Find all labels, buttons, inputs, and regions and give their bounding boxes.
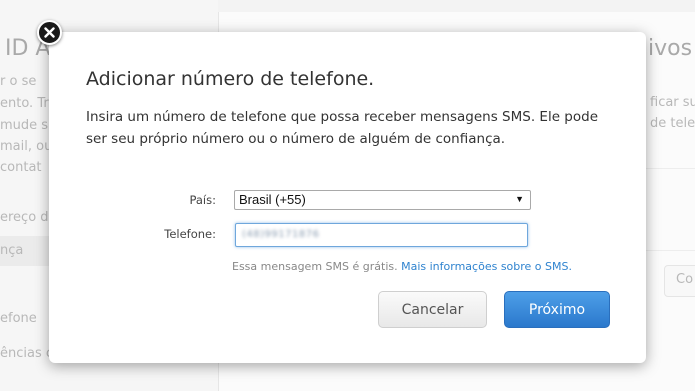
- background-line: ento. Tr: [0, 96, 49, 111]
- background-line: r o se: [0, 74, 37, 89]
- background-button: Co: [664, 265, 695, 297]
- background-right-line: ficar su: [650, 95, 695, 110]
- sms-note: Essa mensagem SMS é grátis. Mais informa…: [232, 260, 572, 273]
- next-button[interactable]: Próximo: [504, 291, 610, 328]
- chevron-down-icon: ▼: [515, 194, 524, 204]
- background-item: ereço d: [0, 210, 49, 225]
- background-right-title: ivos c: [648, 36, 695, 61]
- add-phone-dialog: Adicionar número de telefone. Insira um …: [49, 32, 646, 363]
- background-line: contat: [0, 160, 42, 175]
- cancel-button[interactable]: Cancelar: [378, 291, 487, 328]
- background-item: ências c: [0, 346, 54, 361]
- sms-note-text: Essa mensagem SMS é grátis.: [232, 260, 398, 273]
- background-item: nça: [0, 243, 24, 258]
- country-select-value: Brasil (+55): [239, 192, 306, 207]
- dialog-title: Adicionar número de telefone.: [86, 68, 375, 90]
- background-right-line: de tele: [650, 116, 695, 131]
- background-line: mude s: [0, 118, 49, 133]
- country-label: País:: [189, 193, 216, 207]
- phone-input[interactable]: (48)99171876: [235, 223, 528, 247]
- more-info-link[interactable]: Mais informações sobre o SMS.: [401, 260, 572, 273]
- background-line: mail, ou: [0, 139, 53, 154]
- close-icon: [44, 27, 55, 38]
- close-button[interactable]: [37, 20, 62, 45]
- dialog-description: Insira um número de telefone que possa r…: [86, 109, 599, 147]
- phone-label: Telefone:: [164, 227, 216, 241]
- phone-input-value: (48)99171876: [242, 229, 320, 240]
- background-item: efone: [0, 311, 37, 326]
- country-select[interactable]: Brasil (+55) ▼: [234, 190, 531, 210]
